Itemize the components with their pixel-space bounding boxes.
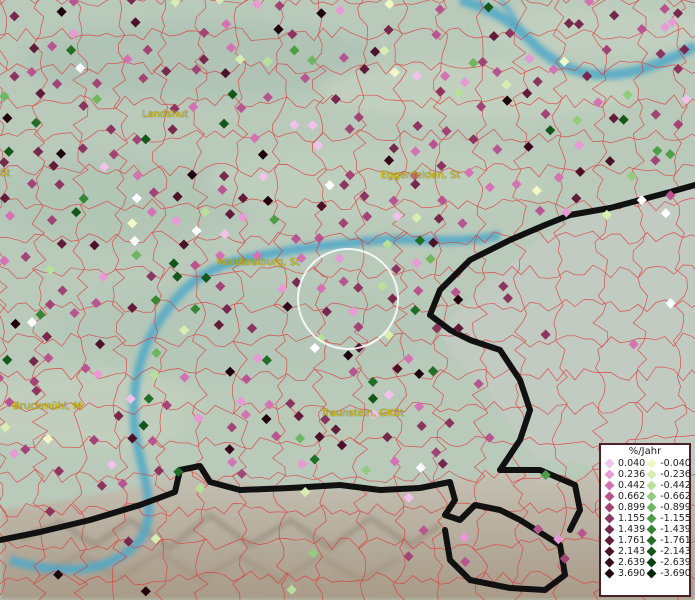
- legend-positive-row: 3.690: [603, 568, 645, 579]
- legend-value: -0.662: [660, 491, 691, 502]
- legend-negative-row: -0.899: [645, 502, 691, 513]
- legend-negative-row: -2.639: [645, 557, 691, 568]
- legend-positive-row: 0.040: [603, 458, 645, 469]
- legend-swatch-icon: [646, 502, 657, 513]
- legend-swatch-icon: [646, 458, 657, 469]
- legend-positive-row: 1.155: [603, 513, 645, 524]
- legend-positive-column: 0.040 0.236 0.442 0.662 0.899 1.155 1.439 1.761…: [603, 458, 645, 579]
- legend-negative-row: -0.040: [645, 458, 691, 469]
- legend-negative-column: -0.040 -0.236 -0.442 -0.662 -0.899 -1.155 -1.4…: [645, 458, 691, 579]
- legend-swatch-icon: [646, 546, 657, 557]
- legend-swatch-icon: [604, 480, 615, 491]
- legend-negative-row: -0.442: [645, 480, 691, 491]
- legend-negative-row: -1.761: [645, 535, 691, 546]
- legend-value: -2.143: [660, 546, 691, 557]
- legend-negative-row: -1.439: [645, 524, 691, 535]
- place-label-landshut: Landshut: [142, 109, 189, 120]
- legend-value: 0.236: [618, 469, 646, 480]
- legend-swatch-icon: [604, 535, 615, 546]
- legend-positive-row: 0.899: [603, 502, 645, 513]
- legend-positive-row: 0.236: [603, 469, 645, 480]
- legend-value: -0.442: [660, 480, 691, 491]
- legend-positive-row: 2.639: [603, 557, 645, 568]
- legend-swatch-icon: [604, 546, 615, 557]
- legend-title: %/Jahr: [628, 446, 662, 457]
- legend-value: -0.236: [660, 469, 691, 480]
- legend-value: 0.040: [618, 458, 646, 469]
- legend-value: -0.040: [660, 458, 691, 469]
- legend-swatch-icon: [646, 480, 657, 491]
- place-label-traunstein: Traunstein, GKSt: [321, 408, 404, 419]
- map-canvas[interactable]: [0, 0, 695, 600]
- legend-negative-row: -0.662: [645, 491, 691, 502]
- legend-value: 1.761: [618, 535, 646, 546]
- legend-swatch-icon: [646, 557, 657, 568]
- legend-value: -3.690: [660, 568, 691, 579]
- legend-swatch-icon: [646, 491, 657, 502]
- legend-positive-row: 1.761: [603, 535, 645, 546]
- legend-swatch-icon: [604, 568, 615, 579]
- legend-value: -1.155: [660, 513, 691, 524]
- legend-value: 0.662: [618, 491, 646, 502]
- legend-value: 1.155: [618, 513, 646, 524]
- legend-swatch-icon: [604, 502, 615, 513]
- map-legend: %/Jahr 0.040 0.236 0.442 0.662 0.899 1.155 1.4…: [599, 443, 691, 597]
- place-label-bruckmuehl: Bruckmühl, M: [13, 401, 82, 412]
- legend-swatch-icon: [604, 524, 615, 535]
- legend-value: -1.439: [660, 524, 691, 535]
- legend-swatch-icon: [604, 491, 615, 502]
- legend-positive-row: 1.439: [603, 524, 645, 535]
- legend-swatch-icon: [646, 469, 657, 480]
- legend-negative-row: -0.236: [645, 469, 691, 480]
- legend-swatch-icon: [604, 513, 615, 524]
- legend-swatch-icon: [646, 513, 657, 524]
- legend-swatch-icon: [604, 469, 615, 480]
- legend-value: -0.899: [660, 502, 691, 513]
- legend-swatch-icon: [604, 557, 615, 568]
- legend-swatch-icon: [646, 524, 657, 535]
- legend-value: -1.761: [660, 535, 691, 546]
- legend-negative-row: -1.155: [645, 513, 691, 524]
- legend-value: 0.442: [618, 480, 646, 491]
- place-label-eggenfelden: Eggenfelden, St: [381, 170, 461, 181]
- legend-value: 3.690: [618, 568, 646, 579]
- legend-value: 0.899: [618, 502, 646, 513]
- legend-value: 1.439: [618, 524, 646, 535]
- legend-positive-row: 0.442: [603, 480, 645, 491]
- place-label-st-left: St: [0, 168, 11, 179]
- legend-value: -2.639: [660, 557, 691, 568]
- legend-value: 2.639: [618, 557, 646, 568]
- legend-negative-row: -3.690: [645, 568, 691, 579]
- legend-positive-row: 2.143: [603, 546, 645, 557]
- legend-positive-row: 0.662: [603, 491, 645, 502]
- legend-value: 2.143: [618, 546, 646, 557]
- legend-swatch-icon: [646, 535, 657, 546]
- legend-negative-row: -2.143: [645, 546, 691, 557]
- legend-swatch-icon: [646, 568, 657, 579]
- place-label-waldkraiburg: Waldkraiburg, St: [217, 257, 300, 268]
- legend-swatch-icon: [604, 458, 615, 469]
